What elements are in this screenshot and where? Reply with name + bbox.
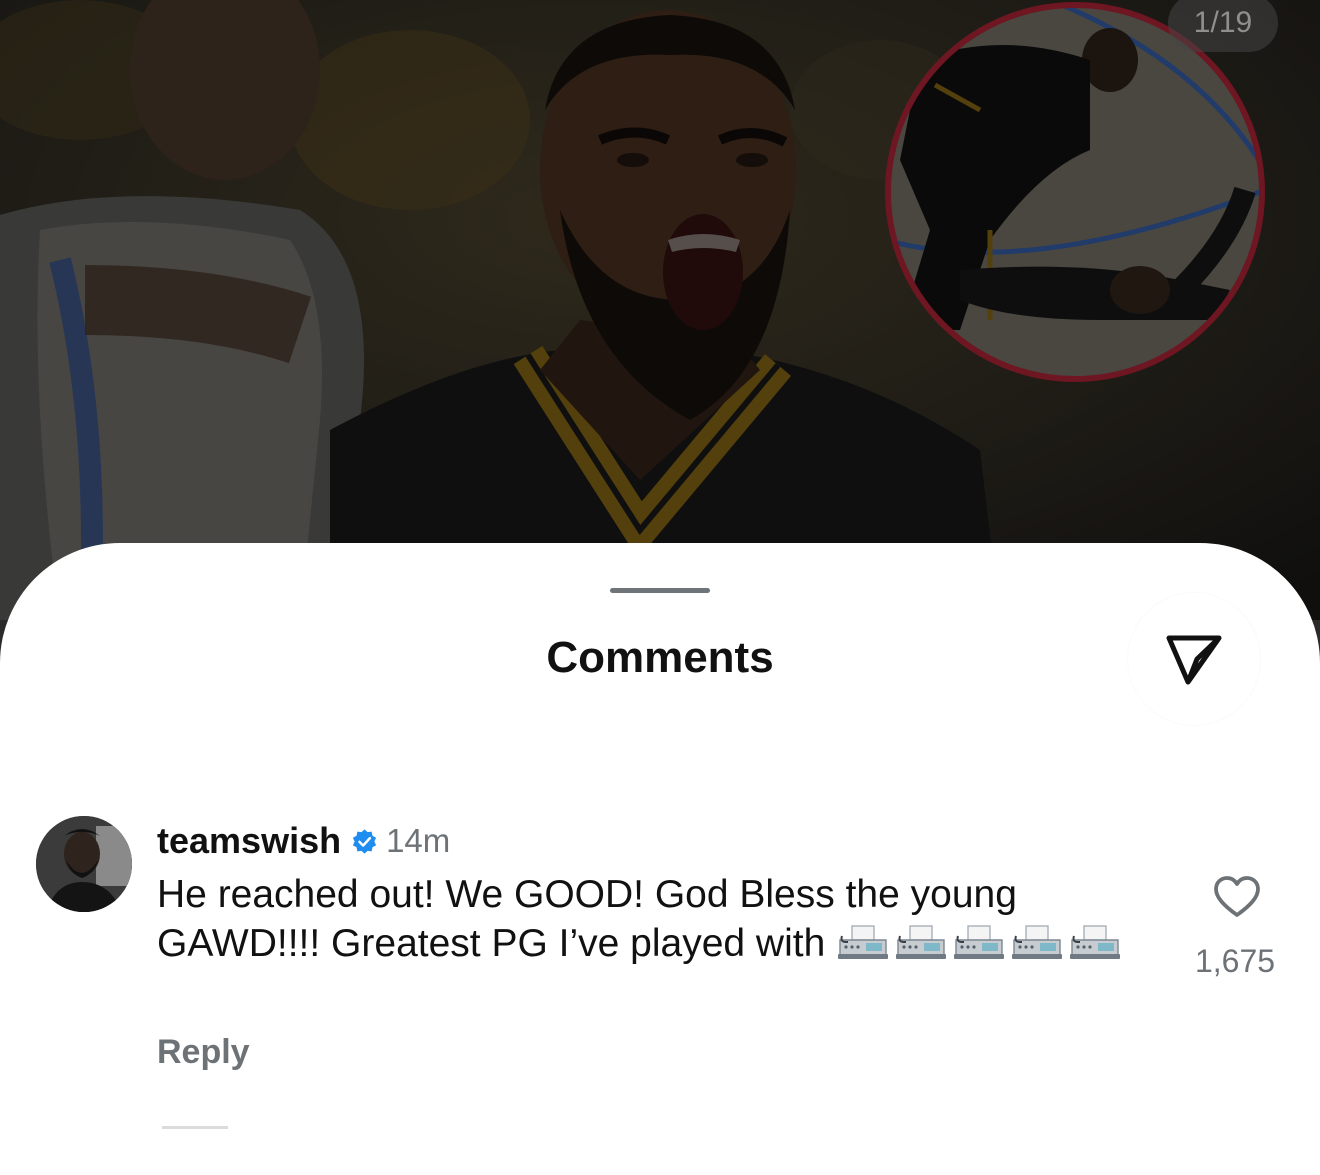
post-comments-screen: 1/19 Comments teamswish 14m He reached o…	[0, 0, 1320, 1175]
verified-badge-icon	[352, 828, 377, 854]
comment-header: teamswish 14m	[157, 819, 450, 863]
next-comment-divider	[162, 1126, 228, 1129]
comments-title: Comments	[546, 633, 774, 682]
post-photo-illustration	[0, 0, 1320, 620]
paper-plane-icon	[1166, 635, 1222, 685]
heart-icon[interactable]	[1213, 875, 1261, 919]
avatar[interactable]	[36, 816, 132, 912]
comment-username[interactable]: teamswish	[157, 820, 341, 862]
comments-sheet: Comments teamswish 14m He reached out! W…	[0, 543, 1320, 1175]
reply-button[interactable]: Reply	[157, 1033, 250, 1072]
comment-timestamp: 14m	[386, 822, 451, 859]
sheet-drag-handle[interactable]	[610, 588, 710, 593]
like-count: 1,675	[1194, 943, 1276, 979]
post-image[interactable]: 1/19	[0, 0, 1320, 620]
fax-machine-emoji	[1010, 923, 1064, 959]
fax-machine-emoji	[894, 923, 948, 959]
share-button[interactable]	[1128, 593, 1260, 725]
avatar-image	[36, 816, 132, 912]
fax-machine-emoji	[836, 923, 890, 959]
media-counter: 1/19	[1168, 0, 1278, 52]
comment-body: He reached out! We GOOD! God Bless the y…	[157, 870, 1157, 968]
fax-machine-emoji	[952, 923, 1006, 959]
emoji-row	[836, 922, 1126, 965]
fax-machine-emoji	[1068, 923, 1122, 959]
